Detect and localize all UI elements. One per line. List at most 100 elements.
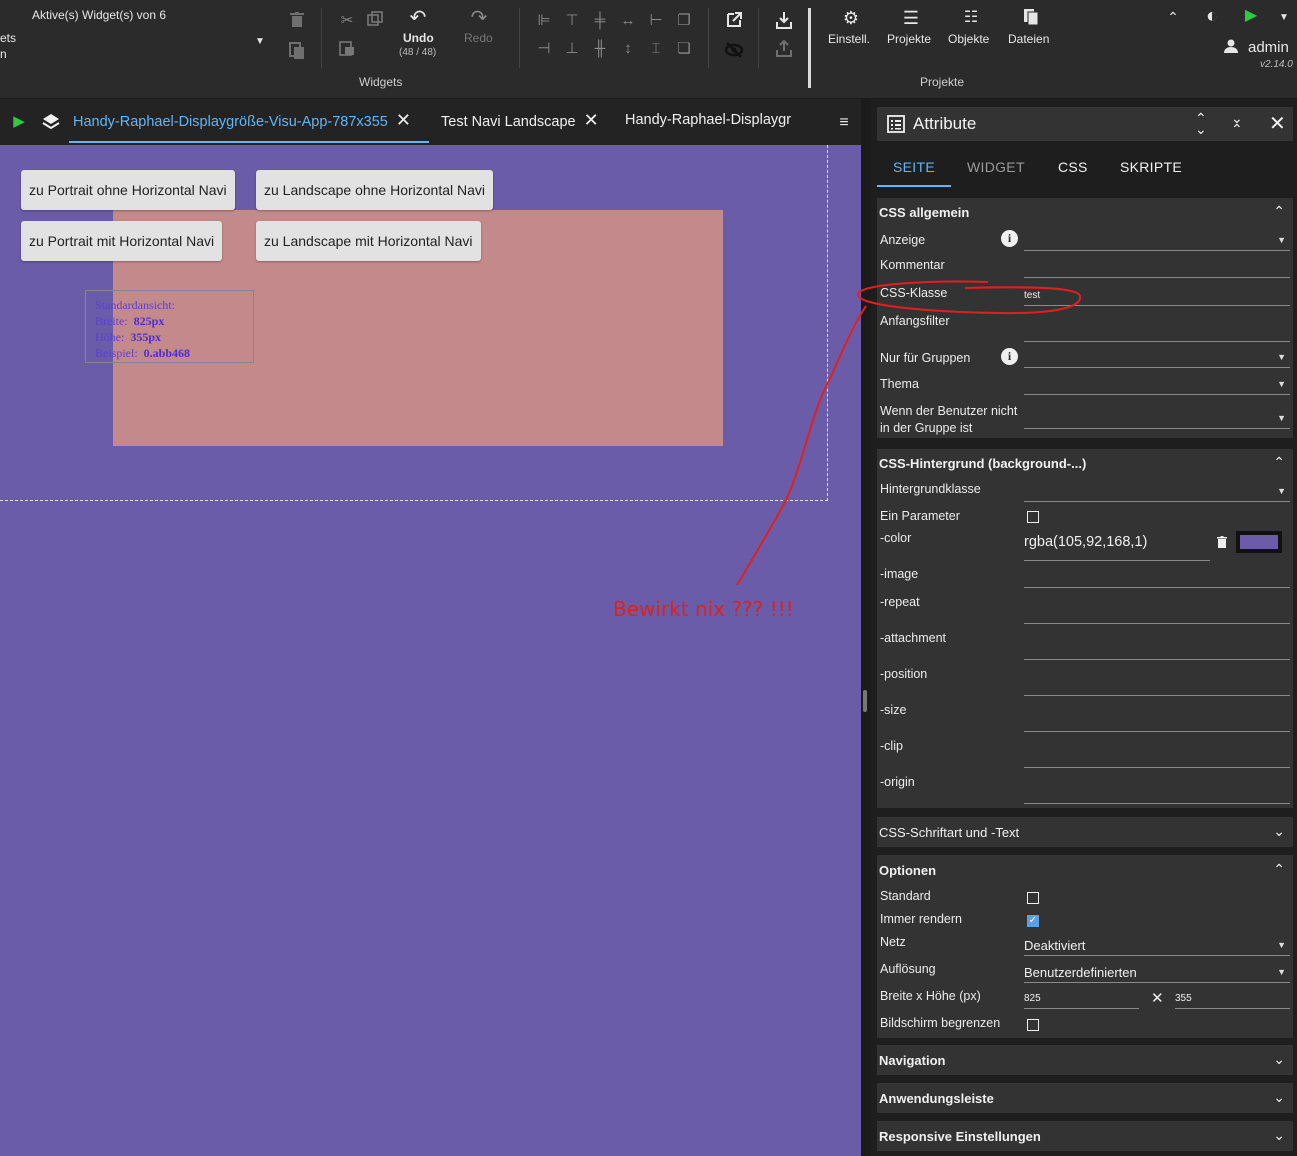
width-input[interactable]: 825 bbox=[1024, 987, 1139, 1009]
landscape-no-nav-button[interactable]: zu Landscape ohne Horizontal Navi bbox=[256, 170, 494, 210]
section-header[interactable]: CSS-Schriftart und -Text bbox=[879, 825, 1019, 840]
projects-button[interactable]: Projekte bbox=[887, 32, 931, 46]
tab-widget[interactable]: WIDGET bbox=[967, 159, 1025, 175]
align-bottom-icon[interactable]: ⊥ bbox=[562, 39, 582, 59]
close-icon[interactable]: ✕ bbox=[584, 99, 599, 141]
files-button[interactable]: Dateien bbox=[1008, 32, 1049, 46]
theme-select[interactable]: ▼ bbox=[1024, 373, 1290, 395]
list-icon[interactable]: ☷ bbox=[961, 8, 981, 28]
widget-select-dropdown-icon[interactable]: ▼ bbox=[250, 32, 270, 52]
chevron-down-icon[interactable]: ▼ bbox=[1274, 8, 1294, 28]
tab-view-3[interactable]: Handy-Raphael-Displaygr bbox=[625, 99, 795, 143]
chevron-down-icon[interactable]: ⌄ bbox=[1273, 1051, 1285, 1068]
section-responsive[interactable]: Responsive Einstellungen ⌄ bbox=[877, 1121, 1293, 1151]
visibility-off-icon[interactable] bbox=[724, 42, 744, 62]
color-swatch[interactable] bbox=[1236, 531, 1282, 553]
attachment-input[interactable] bbox=[1024, 638, 1290, 660]
distribute-horizontal-icon[interactable]: ↔ bbox=[618, 11, 638, 31]
bring-front-icon[interactable]: ❐ bbox=[674, 11, 694, 31]
portrait-no-nav-button[interactable]: zu Portrait ohne Horizontal Navi bbox=[21, 170, 235, 210]
chevron-down-icon[interactable]: ⌄ bbox=[1273, 1127, 1285, 1144]
redo-label[interactable]: Redo bbox=[464, 31, 493, 45]
grid-select[interactable]: Deaktiviert ▼ bbox=[1024, 934, 1290, 956]
size-input[interactable] bbox=[1024, 710, 1290, 732]
copy-icon[interactable] bbox=[365, 11, 385, 31]
panel-splitter[interactable] bbox=[861, 99, 871, 1156]
splitter-grip[interactable] bbox=[863, 690, 867, 712]
gear-icon[interactable]: ⚙ bbox=[841, 8, 861, 28]
cut-icon[interactable]: ✂ bbox=[337, 11, 357, 31]
chevron-down-icon[interactable]: ⌄ bbox=[1273, 823, 1285, 840]
import-icon[interactable] bbox=[774, 11, 794, 31]
css-class-input[interactable]: test bbox=[1024, 284, 1290, 306]
only-groups-select[interactable]: ▼ bbox=[1024, 346, 1290, 368]
align-top-icon[interactable]: ⊤ bbox=[562, 11, 582, 31]
close-icon[interactable]: ✕ bbox=[1269, 111, 1286, 136]
not-in-group-select[interactable]: ▼ bbox=[1024, 407, 1290, 429]
limit-screen-checkbox[interactable] bbox=[1027, 1019, 1039, 1031]
objects-button[interactable]: Objekte bbox=[948, 32, 989, 46]
settings-button[interactable]: Einstell. bbox=[828, 32, 870, 46]
section-header[interactable]: CSS-Hintergrund (background-...) bbox=[879, 456, 1086, 471]
standard-checkbox[interactable] bbox=[1027, 892, 1039, 904]
resolution-info-widget[interactable]: Standardansicht: Breite: 825px Höhe: 355… bbox=[85, 290, 254, 363]
tab-view-1[interactable]: Handy-Raphael-Displaygröße-Visu-App-787x… bbox=[69, 99, 429, 143]
clip-input[interactable] bbox=[1024, 746, 1290, 768]
section-header[interactable]: Navigation bbox=[879, 1053, 945, 1068]
equal-width-icon[interactable]: ⊢ bbox=[646, 11, 666, 31]
layers-icon[interactable] bbox=[41, 112, 61, 132]
play-icon[interactable]: ▶ bbox=[9, 112, 29, 132]
portrait-with-nav-button[interactable]: zu Portrait mit Horizontal Navi bbox=[21, 221, 223, 261]
section-header[interactable]: Optionen bbox=[879, 863, 936, 878]
files-icon[interactable] bbox=[1021, 8, 1041, 28]
theme-toggle-icon[interactable]: ◐ bbox=[1202, 6, 1222, 26]
menu-icon[interactable]: ☰ bbox=[901, 8, 921, 28]
delete-icon[interactable] bbox=[287, 12, 307, 32]
chevron-up-icon[interactable]: ⌃ bbox=[1273, 861, 1285, 878]
position-input[interactable] bbox=[1024, 674, 1290, 696]
close-icon[interactable]: ✕ bbox=[396, 99, 411, 141]
origin-input[interactable] bbox=[1024, 782, 1290, 804]
color-input[interactable]: rgba(105,92,168,1) bbox=[1024, 531, 1210, 561]
chevron-up-icon[interactable]: ⌃ bbox=[1163, 7, 1183, 27]
tab-menu-icon[interactable]: ≡ bbox=[834, 113, 854, 133]
info-icon[interactable]: i bbox=[1001, 348, 1018, 365]
image-input[interactable] bbox=[1024, 566, 1290, 588]
tab-scripts[interactable]: SKRIPTE bbox=[1120, 159, 1182, 175]
chevron-up-icon[interactable]: ⌃ bbox=[1273, 454, 1285, 471]
height-input[interactable]: 355 bbox=[1175, 987, 1290, 1009]
info-icon[interactable]: i bbox=[1001, 230, 1018, 247]
section-header[interactable]: Anwendungsleiste bbox=[879, 1091, 994, 1106]
align-left-icon[interactable]: ⊫ bbox=[534, 11, 554, 31]
repeat-input[interactable] bbox=[1024, 602, 1290, 624]
editor-canvas[interactable]: zu Portrait ohne Horizontal Navi zu Land… bbox=[0, 145, 861, 1156]
paste-icon[interactable] bbox=[287, 42, 307, 62]
tab-page[interactable]: SEITE bbox=[893, 159, 935, 175]
collapse-all-icon[interactable]: ⌄ ⌃ bbox=[1231, 111, 1243, 136]
section-header[interactable]: Responsive Einstellungen bbox=[879, 1129, 1041, 1144]
section-app-bar[interactable]: Anwendungsleiste ⌄ bbox=[877, 1083, 1293, 1113]
align-center-vertical-icon[interactable]: ╪ bbox=[590, 11, 610, 31]
landscape-with-nav-button[interactable]: zu Landscape mit Horizontal Navi bbox=[256, 221, 481, 261]
close-icon[interactable]: ✕ bbox=[1151, 989, 1164, 1007]
equal-height-icon[interactable]: ⌶ bbox=[646, 39, 666, 59]
export-icon[interactable] bbox=[774, 39, 794, 59]
open-external-icon[interactable] bbox=[724, 11, 744, 31]
display-select[interactable]: ▼ bbox=[1024, 229, 1290, 251]
play-icon[interactable]: ▶ bbox=[1241, 6, 1261, 26]
undo-label[interactable]: Undo bbox=[403, 31, 434, 45]
section-navigation[interactable]: Navigation ⌄ bbox=[877, 1045, 1293, 1075]
section-css-font[interactable]: CSS-Schriftart und -Text ⌄ bbox=[877, 817, 1293, 847]
bg-class-select[interactable]: ▼ bbox=[1024, 480, 1290, 502]
paste-format-icon[interactable] bbox=[337, 40, 357, 60]
align-center-horizontal-icon[interactable]: ╫ bbox=[590, 39, 610, 59]
redo-icon[interactable]: ↷ bbox=[469, 8, 489, 28]
distribute-vertical-icon[interactable]: ↕ bbox=[618, 39, 638, 59]
one-param-checkbox[interactable] bbox=[1027, 511, 1039, 523]
align-right-icon[interactable]: ⊣ bbox=[534, 39, 554, 59]
section-header[interactable]: CSS allgemein bbox=[879, 205, 969, 220]
comment-input[interactable] bbox=[1024, 256, 1290, 278]
chevron-down-icon[interactable]: ⌄ bbox=[1273, 1089, 1285, 1106]
tab-css[interactable]: CSS bbox=[1058, 159, 1088, 175]
send-back-icon[interactable]: ❏ bbox=[674, 39, 694, 59]
